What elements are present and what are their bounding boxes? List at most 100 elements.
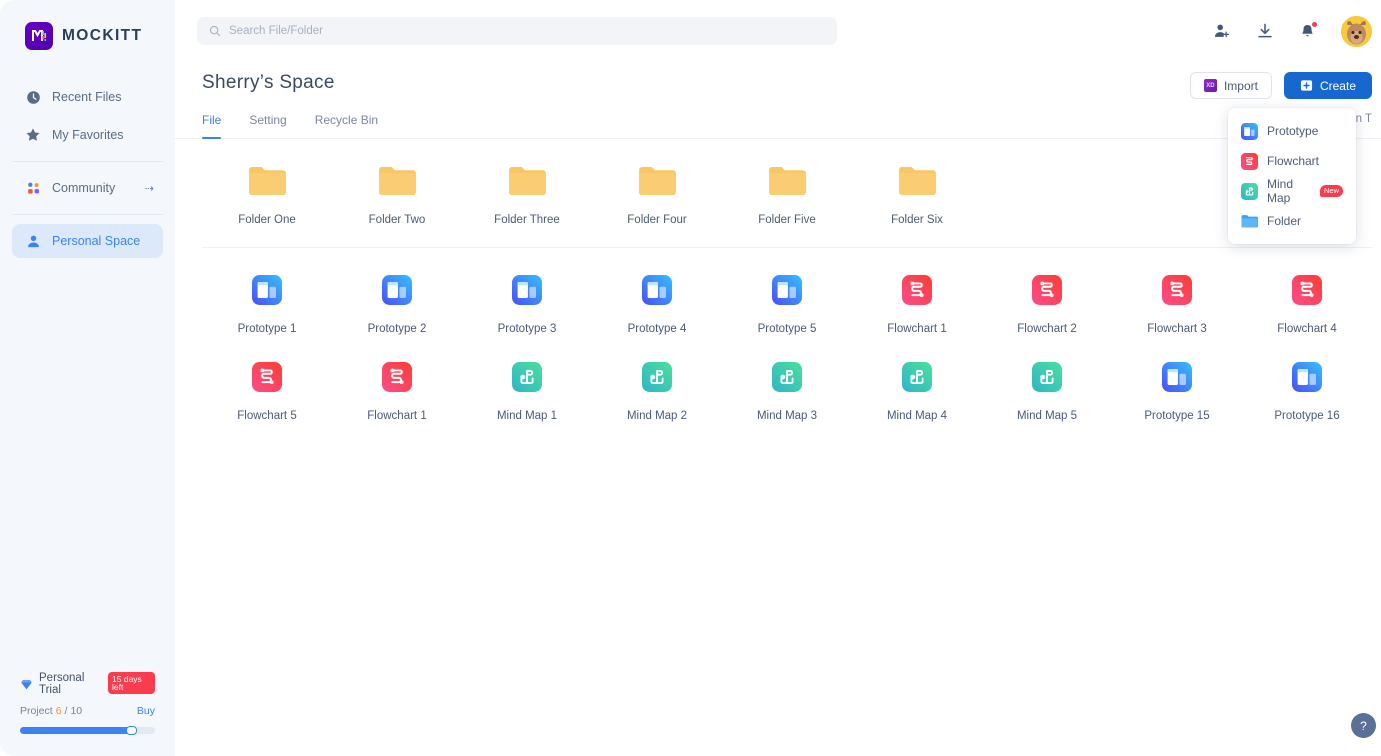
- folder-item[interactable]: Folder Five: [722, 139, 852, 226]
- mindmap-item[interactable]: Mind Map 2: [592, 335, 722, 422]
- sidebar-item-community[interactable]: Community ⇢: [12, 171, 163, 205]
- item-label: Folder One: [238, 214, 296, 226]
- sidebar-item-personal-space[interactable]: Personal Space: [12, 224, 163, 258]
- create-button[interactable]: Create: [1283, 72, 1372, 99]
- trial-progress-knob: [126, 726, 138, 735]
- sidebar-item-recent-files[interactable]: Recent Files: [12, 80, 163, 114]
- prototype-item[interactable]: Prototype 2: [332, 248, 462, 335]
- search-bar[interactable]: [197, 17, 837, 45]
- flowchart-icon: [252, 357, 282, 397]
- folder-icon: [638, 161, 677, 201]
- flowchart-icon: [902, 270, 932, 310]
- search-input[interactable]: [229, 25, 825, 37]
- folder-item[interactable]: Folder Four: [592, 139, 722, 226]
- sidebar-item-label: Community: [52, 181, 116, 195]
- help-button[interactable]: ?: [1351, 713, 1376, 738]
- flowchart-item[interactable]: Flowchart 1: [332, 335, 462, 422]
- prototype-item[interactable]: Prototype 4: [592, 248, 722, 335]
- mindmap-icon: [512, 357, 542, 397]
- sidebar-nav: Recent Files My Favorites Community ⇢ Pe…: [0, 80, 175, 258]
- flowchart-item[interactable]: Flowchart 5: [202, 335, 332, 422]
- mindmap-item[interactable]: Mind Map 4: [852, 335, 982, 422]
- tab-file[interactable]: File: [202, 113, 222, 139]
- prototype-icon: [642, 270, 672, 310]
- flowchart-item[interactable]: Flowchart 2: [982, 248, 1112, 335]
- trial-progress-bar: [20, 726, 155, 735]
- prototype-item[interactable]: Prototype 5: [722, 248, 852, 335]
- item-label: Prototype 16: [1274, 410, 1340, 422]
- item-label: Mind Map 3: [756, 410, 818, 422]
- item-label: Prototype 2: [367, 323, 427, 335]
- flowchart-icon: [1292, 270, 1322, 310]
- main-area: Sherry’s Space XD Import Create File Set…: [175, 0, 1381, 756]
- mindmap-item[interactable]: Mind Map 1: [462, 335, 592, 422]
- folder-item[interactable]: Folder Two: [332, 139, 462, 226]
- create-menu-item-prototype[interactable]: Prototype: [1228, 116, 1356, 146]
- folder-icon: [898, 161, 937, 201]
- folder-item[interactable]: Folder One: [202, 139, 332, 226]
- item-label: Mind Map 4: [886, 410, 948, 422]
- new-badge: New: [1319, 185, 1343, 197]
- top-bar: [175, 0, 1381, 62]
- header-actions: XD Import Create: [1189, 72, 1372, 99]
- item-label: Folder Five: [758, 214, 816, 226]
- trial-days-badge: 15 days left: [108, 672, 155, 694]
- prototype-icon: [1292, 357, 1322, 397]
- folder-icon: [508, 161, 547, 201]
- create-menu-label: Flowchart: [1267, 154, 1320, 168]
- project-used-count: 6: [55, 705, 62, 717]
- trial-label: Personal Trial: [39, 672, 85, 696]
- app-window: MOCKITT Recent Files My Favorites Commun…: [0, 0, 1381, 756]
- notification-dot: [1312, 21, 1317, 27]
- diamond-icon: [20, 678, 33, 691]
- folder-item[interactable]: Folder Six: [852, 139, 982, 226]
- sidebar-divider: [12, 161, 163, 162]
- prototype-icon: [772, 270, 802, 310]
- prototype-item[interactable]: Prototype 1: [202, 248, 332, 335]
- prototype-item[interactable]: Prototype 16: [1242, 335, 1372, 422]
- import-button[interactable]: XD Import: [1189, 72, 1272, 99]
- chevron-right-icon: ⇢: [144, 182, 154, 195]
- mindmap-icon: [902, 357, 932, 397]
- tab-recycle-bin[interactable]: Recycle Bin: [315, 113, 378, 138]
- folder-item[interactable]: Folder Three: [462, 139, 592, 226]
- mindmap-item[interactable]: Mind Map 5: [982, 335, 1112, 422]
- add-member-icon[interactable]: [1213, 22, 1231, 40]
- create-plus-icon: [1300, 79, 1313, 92]
- create-menu-item-folder[interactable]: Folder: [1228, 206, 1356, 236]
- prototype-item[interactable]: Prototype 3: [462, 248, 592, 335]
- item-label: Flowchart 1: [367, 410, 427, 422]
- file-grid: Folder One Folder Two Folder Three Folde…: [175, 139, 1381, 422]
- create-menu-item-flowchart[interactable]: Flowchart: [1228, 146, 1356, 176]
- create-menu-item-mind-map[interactable]: Mind Map New: [1228, 176, 1356, 206]
- import-xd-icon: XD: [1203, 79, 1217, 92]
- mindmap-icon: [1032, 357, 1062, 397]
- flowchart-item[interactable]: Flowchart 4: [1242, 248, 1372, 335]
- sidebar-item-label: Personal Space: [52, 234, 141, 248]
- sidebar-item-label: Recent Files: [52, 90, 122, 104]
- sidebar-item-my-favorites[interactable]: My Favorites: [12, 118, 163, 152]
- sidebar: MOCKITT Recent Files My Favorites Commun…: [0, 0, 175, 756]
- grid-row: Prototype 1 Prototype 2 Prototype 3 Prot…: [202, 248, 1372, 335]
- notification-bell-icon[interactable]: [1299, 21, 1317, 40]
- brand: MOCKITT: [0, 0, 175, 50]
- item-label: Flowchart 1: [887, 323, 947, 335]
- buy-link[interactable]: Buy: [137, 705, 155, 717]
- import-button-label: Import: [1223, 78, 1258, 93]
- prototype-icon: [512, 270, 542, 310]
- mindmap-item[interactable]: Mind Map 3: [722, 335, 852, 422]
- download-icon[interactable]: [1256, 22, 1274, 40]
- folder-icon: [248, 161, 287, 201]
- flowchart-icon: [382, 357, 412, 397]
- flowchart-item[interactable]: Flowchart 3: [1112, 248, 1242, 335]
- tab-setting[interactable]: Setting: [249, 113, 286, 138]
- mockitt-logo-icon: [25, 22, 53, 50]
- prototype-item[interactable]: Prototype 15: [1112, 335, 1242, 422]
- grid-row: Flowchart 5 Flowchart 1 Mind Map 1 Mind …: [202, 335, 1372, 422]
- project-label: Project: [20, 705, 53, 717]
- user-avatar[interactable]: [1341, 15, 1372, 47]
- flowchart-item[interactable]: Flowchart 1: [852, 248, 982, 335]
- trial-progress-fill: [20, 726, 138, 735]
- item-label: Prototype 1: [237, 323, 297, 335]
- prototype-icon: [382, 270, 412, 310]
